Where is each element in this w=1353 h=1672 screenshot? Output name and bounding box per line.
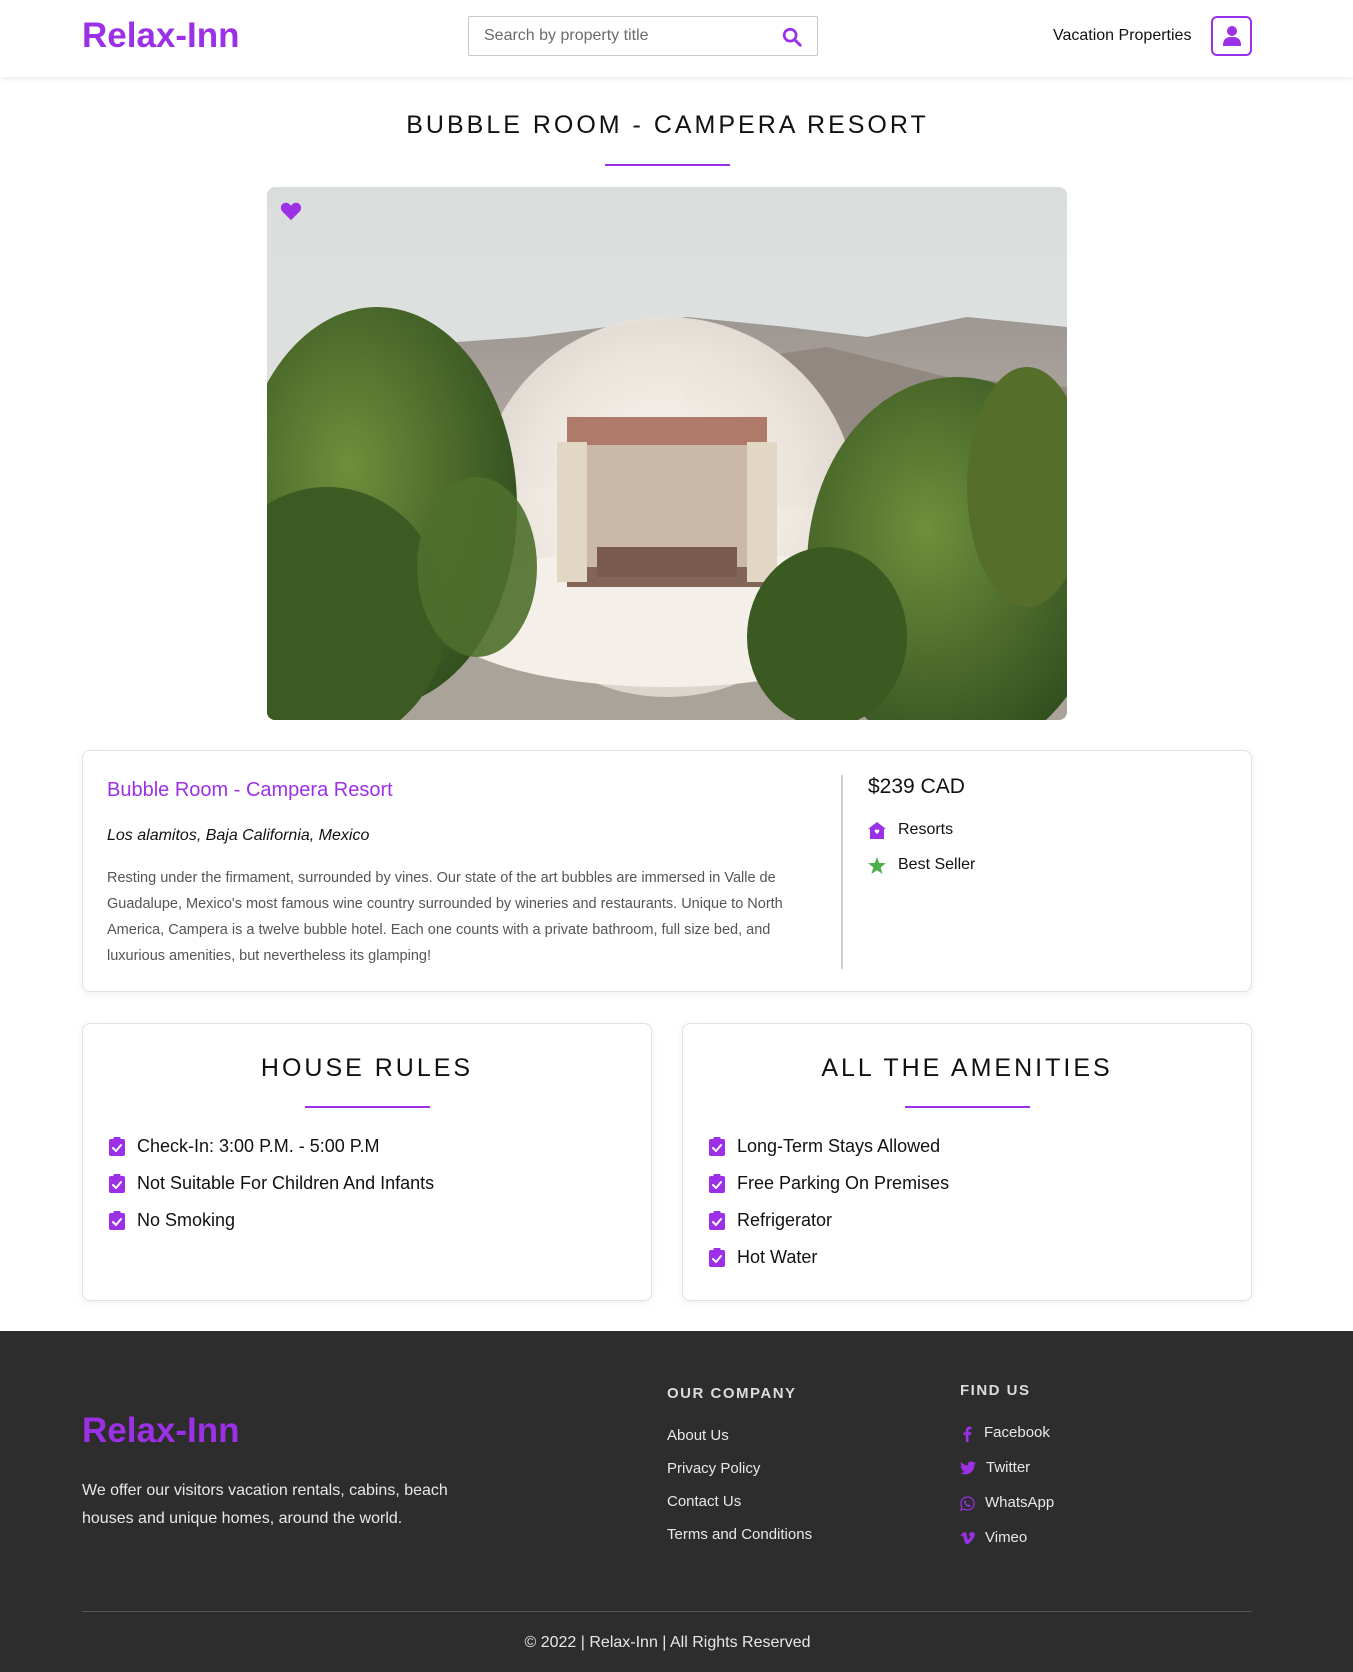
footer-about-text: We offer our visitors vacation rentals, … [82,1482,448,1527]
footer-copyright: © 2022 | Relax-Inn | All Rights Reserved [524,1634,811,1651]
social-label: Vimeo [985,1529,1028,1546]
footer-link-contact[interactable]: Contact Us [667,1493,812,1526]
details-divider [841,775,843,969]
clipboard-check-icon [709,1211,725,1230]
list-item: Hot Water [709,1239,949,1276]
house-rules-card: HOUSE RULES Check-In: 3:00 P.M. - 5:00 P… [82,1023,652,1301]
property-price: $239 CAD [868,775,965,798]
page-title: BUBBLE ROOM - CAMPERA RESORT [406,111,929,139]
list-item: Free Parking On Premises [709,1165,949,1202]
house-rules-underline [305,1106,430,1108]
whatsapp-icon [960,1496,975,1511]
badge-label: Best Seller [898,856,976,873]
facebook-icon [963,1426,972,1442]
footer-company-heading: OUR COMPANY [667,1385,797,1402]
house-rule-label: Check-In: 3:00 P.M. - 5:00 P.M [137,1136,380,1156]
list-item: Refrigerator [709,1202,949,1239]
property-description: Resting under the firmament, surrounded … [107,870,783,964]
twitter-icon [960,1461,976,1475]
amenity-label: Free Parking On Premises [737,1173,950,1193]
property-name: Bubble Room - Campera Resort [107,779,393,801]
category-label: Resorts [898,821,954,838]
title-underline [605,164,730,166]
clipboard-check-icon [109,1211,125,1230]
house-icon [868,821,886,839]
clipboard-check-icon [709,1174,725,1193]
clipboard-check-icon [709,1137,725,1156]
search-input[interactable] [469,27,769,45]
property-details-card: Bubble Room - Campera Resort Los alamito… [82,750,1252,992]
user-account-button[interactable] [1211,16,1252,56]
favorite-heart-icon[interactable] [280,200,302,222]
vimeo-icon [960,1532,975,1545]
clipboard-check-icon [109,1137,125,1156]
footer-company-links: About Us Privacy Policy Contact Us Terms… [667,1427,812,1559]
house-rules-list: Check-In: 3:00 P.M. - 5:00 P.M Not Suita… [109,1128,434,1239]
social-link-whatsapp[interactable]: WhatsApp [960,1494,1054,1529]
amenity-label: Long-Term Stays Allowed [737,1136,941,1156]
footer-find-heading: FIND US [960,1382,1031,1399]
property-image [267,187,1067,720]
social-label: WhatsApp [985,1494,1055,1511]
social-link-twitter[interactable]: Twitter [960,1459,1054,1494]
site-footer: Relax-Inn We offer our visitors vacation… [0,1331,1353,1672]
house-rules-title: HOUSE RULES [260,1054,474,1082]
footer-link-about[interactable]: About Us [667,1427,812,1460]
social-link-facebook[interactable]: Facebook [960,1424,1054,1459]
list-item: Long-Term Stays Allowed [709,1128,949,1165]
search-icon[interactable] [781,26,803,48]
amenities-list: Long-Term Stays Allowed Free Parking On … [709,1128,949,1276]
footer-divider [82,1611,1252,1612]
social-label: Twitter [986,1459,1031,1476]
property-location: Los alamitos, Baja California, Mexico [107,827,370,844]
user-icon [1222,26,1241,46]
nav-vacation-properties[interactable]: Vacation Properties [1053,27,1191,45]
property-category: Resorts [868,821,953,839]
list-item: Check-In: 3:00 P.M. - 5:00 P.M [109,1128,434,1165]
house-rule-label: No Smoking [137,1210,236,1230]
footer-social-links: Facebook Twitter WhatsApp Vimeo [960,1424,1054,1564]
search-bar [468,16,818,56]
list-item: No Smoking [109,1202,434,1239]
footer-link-privacy[interactable]: Privacy Policy [667,1460,812,1493]
amenities-card: ALL THE AMENITIES Long-Term Stays Allowe… [682,1023,1252,1301]
list-item: Not Suitable For Children And Infants [109,1165,434,1202]
footer-link-terms[interactable]: Terms and Conditions [667,1526,812,1559]
star-icon [868,856,886,874]
clipboard-check-icon [709,1248,725,1267]
amenity-label: Refrigerator [737,1210,833,1230]
social-link-vimeo[interactable]: Vimeo [960,1529,1054,1564]
footer-logo[interactable]: Relax-Inn [82,1411,240,1451]
amenities-title: ALL THE AMENITIES [821,1054,1113,1082]
site-header: Relax-Inn Vacation Properties [0,0,1353,77]
property-badge: Best Seller [868,856,975,874]
amenity-label: Hot Water [737,1247,818,1267]
house-rule-label: Not Suitable For Children And Infants [137,1173,435,1193]
amenities-underline [905,1106,1030,1108]
social-label: Facebook [984,1424,1050,1441]
clipboard-check-icon [109,1174,125,1193]
bubble-room-photo [267,187,1067,720]
site-logo[interactable]: Relax-Inn [82,16,240,56]
